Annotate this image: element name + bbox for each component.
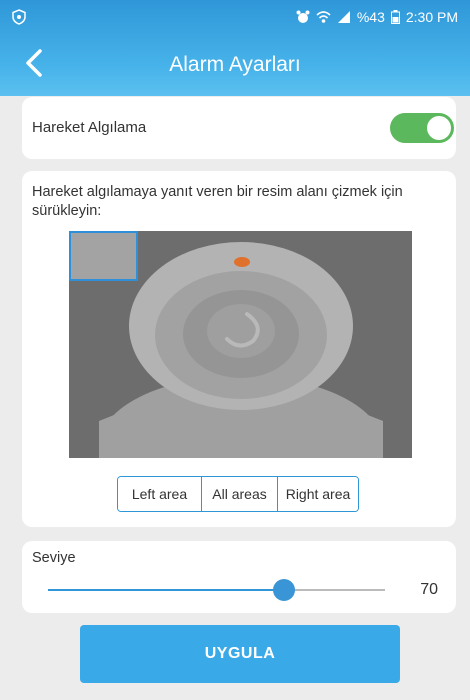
detection-area-card: Hareket algılamaya yanıt veren bir resim… — [22, 171, 456, 527]
status-right: %43 2:30 PM — [296, 9, 458, 25]
camera-preview[interactable] — [69, 231, 412, 458]
motion-detection-card: Hareket Algılama — [22, 97, 456, 159]
detection-area-selection[interactable] — [69, 231, 138, 281]
slider-fill — [48, 589, 284, 591]
page-title: Alarm Ayarları — [169, 53, 301, 76]
battery-icon — [390, 10, 400, 24]
apply-button[interactable]: UYGULA — [80, 625, 400, 683]
sensitivity-label: Seviye — [32, 550, 76, 566]
right-area-button[interactable]: Right area — [277, 477, 358, 511]
area-instruction: Hareket algılamaya yanıt veren bir resim… — [32, 184, 403, 219]
battery-percent: %43 — [356, 9, 385, 25]
status-bar: %43 2:30 PM — [0, 0, 470, 34]
sensitivity-slider[interactable] — [48, 579, 385, 601]
signal-icon — [337, 11, 350, 23]
motion-detection-label: Hareket Algılama — [32, 119, 147, 136]
status-time: 2:30 PM — [405, 9, 458, 25]
slider-thumb[interactable] — [272, 579, 295, 601]
app-header: %43 2:30 PM Alarm Ayarları — [0, 0, 470, 96]
wifi-icon — [316, 11, 331, 23]
shield-icon — [12, 9, 26, 25]
area-segmented-control: Left area All areas Right area — [117, 476, 359, 512]
left-area-button[interactable]: Left area — [118, 477, 201, 511]
sensitivity-card: Seviye 70 — [22, 541, 456, 613]
motion-detection-toggle[interactable] — [390, 113, 454, 143]
toggle-knob — [427, 116, 451, 140]
title-bar: Alarm Ayarları — [0, 40, 470, 88]
all-areas-button[interactable]: All areas — [201, 477, 277, 511]
alarm-clock-icon — [296, 10, 310, 23]
sensitivity-value: 70 — [420, 581, 438, 598]
